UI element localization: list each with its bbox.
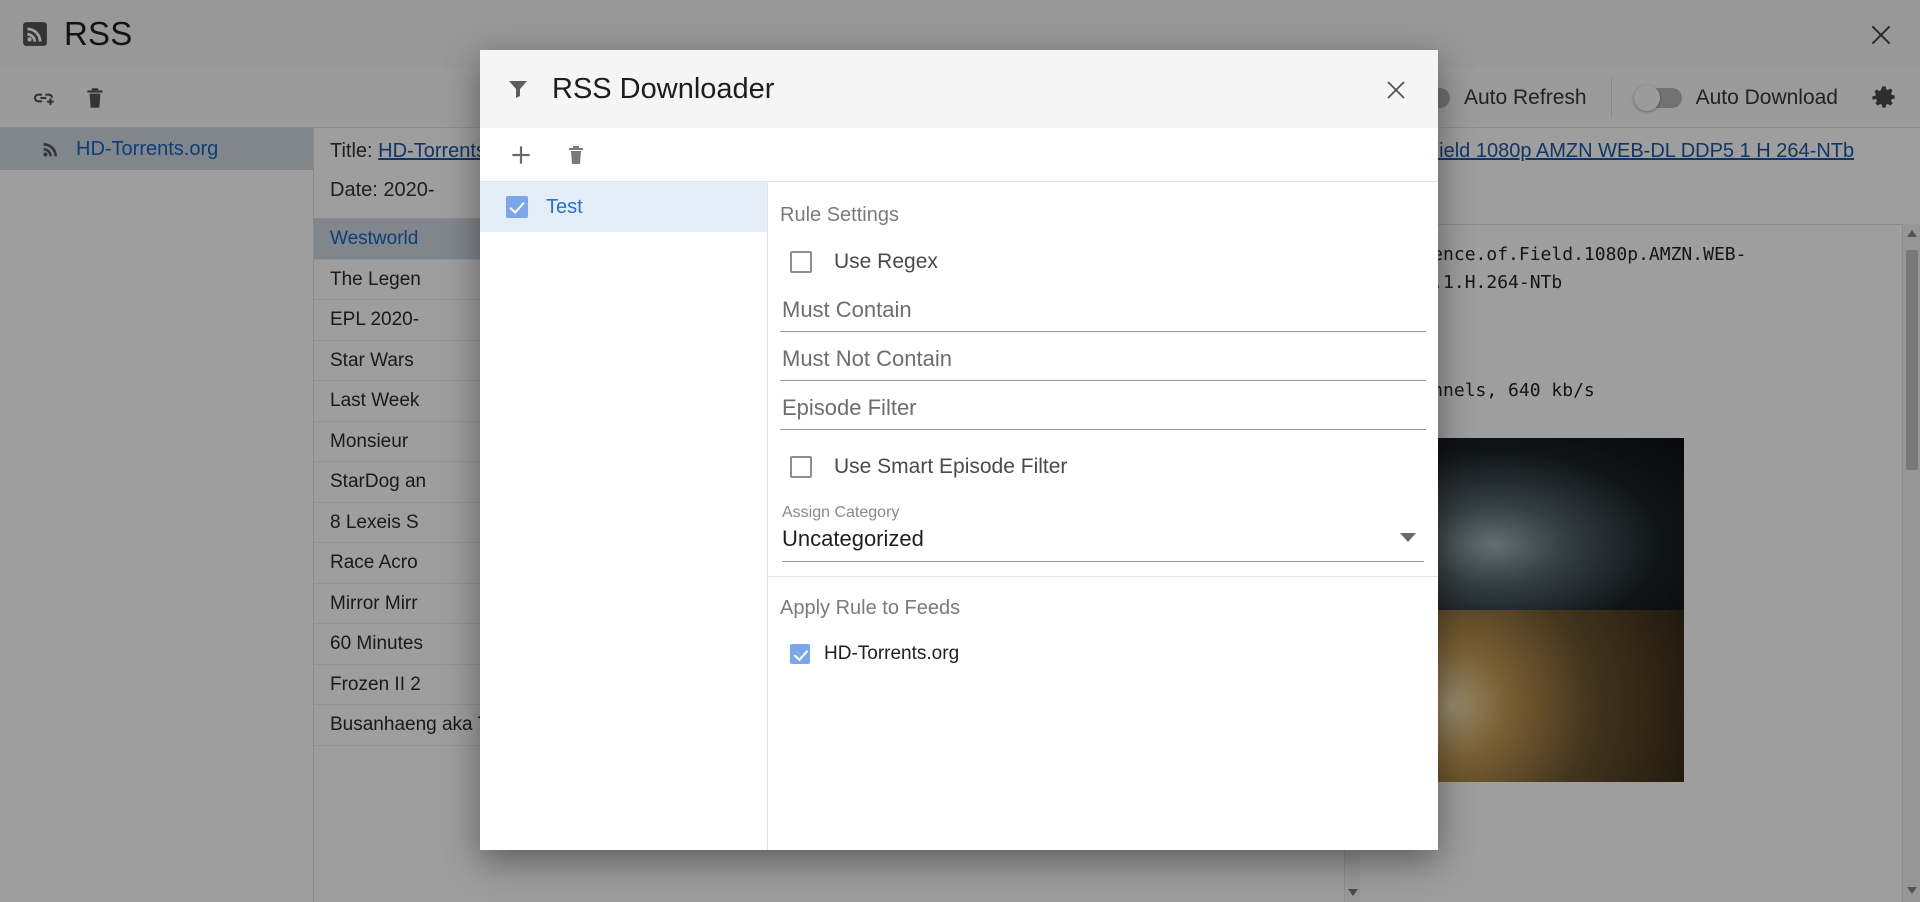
use-smart-episode-filter-row[interactable]: Use Smart Episode Filter — [780, 446, 1426, 488]
use-regex-checkbox[interactable] — [790, 251, 812, 273]
chevron-down-icon[interactable] — [1400, 533, 1416, 542]
rule-list-item-label: Test — [546, 195, 583, 218]
apply-rule-to-feeds-section: Apply Rule to Feeds HD-Torrents.org — [768, 576, 1438, 850]
episode-filter-placeholder: Episode Filter — [782, 395, 917, 420]
feed-checkbox-row[interactable]: HD-Torrents.org — [780, 634, 1426, 674]
trash-icon[interactable] — [564, 143, 588, 167]
rule-list-item[interactable]: Test — [480, 182, 767, 232]
dialog-header: RSS Downloader — [480, 50, 1438, 128]
use-smart-episode-filter-checkbox[interactable] — [790, 456, 812, 478]
feed-checkbox[interactable] — [790, 644, 810, 664]
rule-list: Test — [480, 182, 768, 850]
rss-downloader-dialog: RSS Downloader Test Rule Settings Use Re… — [480, 50, 1438, 850]
use-smart-episode-filter-label: Use Smart Episode Filter — [834, 455, 1068, 478]
must-contain-placeholder: Must Contain — [782, 297, 912, 322]
filter-icon — [506, 77, 530, 101]
must-not-contain-field[interactable]: Must Not Contain — [780, 346, 1426, 381]
dialog-toolbar — [480, 128, 1438, 182]
must-not-contain-placeholder: Must Not Contain — [782, 346, 952, 371]
dialog-body: Test Rule Settings Use Regex Must Contai… — [480, 182, 1438, 850]
assign-category-select[interactable]: Assign Category Uncategorized — [780, 504, 1426, 562]
must-contain-field[interactable]: Must Contain — [780, 297, 1426, 332]
feed-checkbox-label: HD-Torrents.org — [824, 643, 960, 664]
apply-rule-to-feeds-label: Apply Rule to Feeds — [780, 597, 961, 619]
dialog-feed-list: HD-Torrents.org — [780, 634, 1426, 674]
rule-settings-pane: Rule Settings Use Regex Must Contain Mus… — [768, 182, 1438, 850]
use-regex-row[interactable]: Use Regex — [780, 241, 1426, 283]
rule-settings-label: Rule Settings — [780, 204, 899, 226]
episode-filter-field[interactable]: Episode Filter — [780, 395, 1426, 430]
dialog-close-icon[interactable] — [1380, 74, 1412, 106]
assign-category-label: Assign Category — [782, 504, 900, 521]
dialog-title: RSS Downloader — [552, 72, 775, 105]
use-regex-label: Use Regex — [834, 250, 938, 273]
plus-icon[interactable] — [508, 142, 534, 168]
rule-enabled-checkbox[interactable] — [506, 196, 528, 218]
rule-settings-section: Rule Settings Use Regex Must Contain Mus… — [768, 182, 1438, 562]
assign-category-value: Uncategorized — [782, 526, 1424, 562]
